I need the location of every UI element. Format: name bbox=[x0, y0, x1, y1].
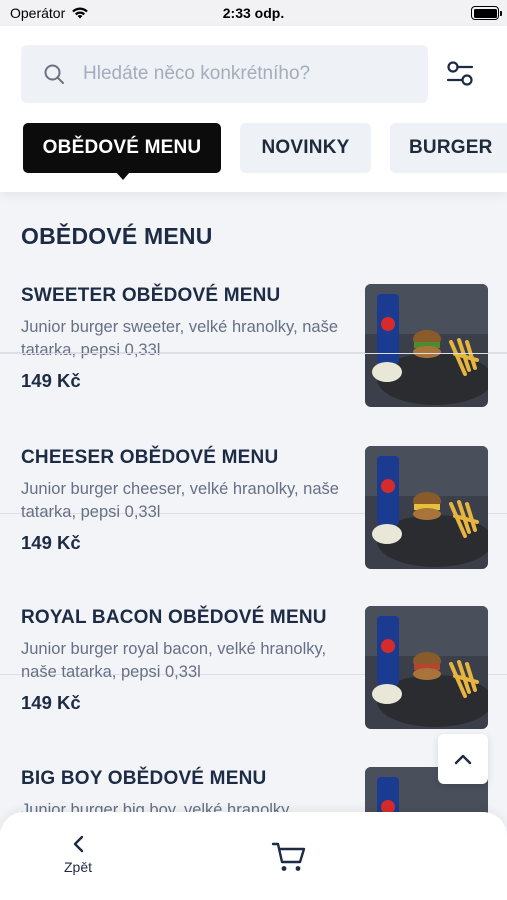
chevron-left-icon bbox=[73, 835, 84, 853]
item-name: CHEESER OBĚDOVÉ MENU bbox=[21, 447, 279, 468]
battery-icon bbox=[471, 6, 502, 20]
status-bar: Operátor 2:33 odp. bbox=[0, 0, 507, 26]
tab-burger[interactable]: BURGER bbox=[390, 123, 507, 173]
status-time: 2:33 odp. bbox=[222, 5, 285, 21]
cart-icon bbox=[271, 842, 306, 871]
bottom-bar: Zpět bbox=[0, 812, 507, 900]
menu-item[interactable]: ROYAL BACON OBĚDOVÉ MENU Junior burger r… bbox=[0, 514, 507, 729]
menu-item[interactable]: CHEESER OBĚDOVÉ MENU Junior burger chees… bbox=[0, 353, 507, 569]
item-name: BIG BOY OBĚDOVÉ MENU bbox=[21, 768, 267, 789]
header: OBĚDOVÉ MENU NOVINKY BURGER bbox=[0, 26, 507, 192]
search-box[interactable] bbox=[21, 45, 428, 103]
category-tabs: OBĚDOVÉ MENU NOVINKY BURGER bbox=[0, 123, 507, 183]
filter-button[interactable] bbox=[440, 56, 480, 92]
scroll-top-button[interactable] bbox=[438, 734, 488, 784]
menu-item[interactable]: SWEETER OBĚDOVÉ MENU Junior burger sweet… bbox=[0, 192, 507, 407]
chevron-up-icon bbox=[454, 754, 472, 765]
menu-content: OBĚDOVÉ MENU SWEETER OBĚDOVÉ MENU Junior… bbox=[0, 192, 507, 900]
cart-button[interactable] bbox=[271, 840, 311, 878]
tab-obedove-menu[interactable]: OBĚDOVÉ MENU bbox=[23, 123, 221, 180]
back-button[interactable]: Zpět bbox=[50, 834, 106, 884]
search-input[interactable] bbox=[83, 45, 413, 103]
tab-novinky[interactable]: NOVINKY bbox=[240, 123, 371, 173]
sliders-icon bbox=[446, 61, 474, 86]
item-name: ROYAL BACON OBĚDOVÉ MENU bbox=[21, 607, 327, 628]
back-label: Zpět bbox=[63, 859, 92, 875]
search-icon bbox=[44, 64, 64, 84]
item-name: SWEETER OBĚDOVÉ MENU bbox=[21, 285, 281, 306]
